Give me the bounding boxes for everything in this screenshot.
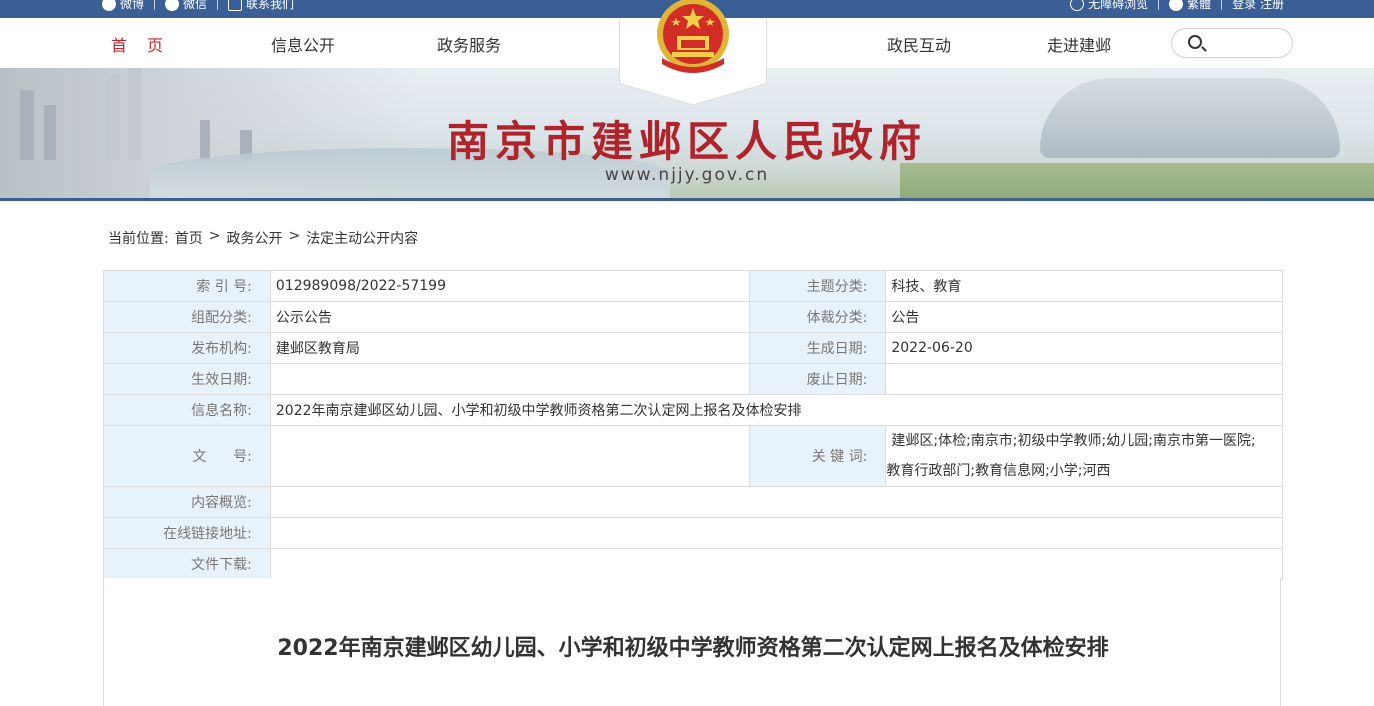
- wechat-label: 微信: [183, 0, 208, 11]
- online-link-label: 在线链接地址:: [103, 517, 271, 549]
- traditional-chinese-link[interactable]: 繁體: [1159, 0, 1221, 12]
- site-title: 南京市建邺区人民政府: [446, 117, 927, 166]
- search-input[interactable]: [1210, 33, 1286, 53]
- index-no-value: 012989098/2022-57199: [269, 270, 751, 302]
- table-row: 文件下载:: [103, 548, 1284, 580]
- theme-value: 科技、教育: [885, 270, 1283, 302]
- effective-date-value: [269, 363, 751, 395]
- keywords-value: 建邺区;体检;南京市;初级中学教师;幼儿园;南京市第一医院; 教育行政部门;教育…: [885, 425, 1283, 487]
- banner-divider: [0, 198, 1374, 201]
- accessibility-label: 无障碍浏览: [1088, 0, 1149, 11]
- login-register-label: 登录 注册: [1232, 0, 1284, 11]
- online-link-value[interactable]: [269, 517, 1284, 549]
- nav-item-interaction[interactable]: 政民互动: [887, 32, 951, 56]
- phone-icon: [228, 0, 243, 11]
- file-download-value[interactable]: [269, 548, 1284, 580]
- search-box[interactable]: [1171, 28, 1293, 58]
- summary-label: 内容概览:: [103, 486, 271, 518]
- file-download-label: 文件下载:: [103, 548, 271, 580]
- keywords-label: 关 键 词:: [749, 425, 887, 487]
- abolished-date-value: [885, 363, 1283, 395]
- weibo-label: 微博: [120, 0, 145, 11]
- keywords-line-2: 教育行政部门;教育信息网;小学;河西: [886, 463, 1111, 479]
- table-row: 生效日期: 废止日期:: [103, 363, 1283, 395]
- contact-label: 联系我们: [246, 0, 295, 11]
- weibo-link[interactable]: 微博: [92, 0, 154, 12]
- doc-no-label: 文 号:: [103, 425, 271, 487]
- accessibility-link[interactable]: 无障碍浏览: [1060, 0, 1158, 12]
- breadcrumb: 当前位置: 首页 > 政务公开 > 法定主动公开内容: [108, 228, 418, 248]
- emblem-tab-point: [618, 83, 768, 105]
- contact-link[interactable]: 联系我们: [218, 0, 304, 12]
- group-value: 公示公告: [269, 301, 751, 333]
- wechat-link[interactable]: 微信: [155, 0, 217, 12]
- search-icon[interactable]: [1188, 35, 1202, 49]
- article-body: 2022年南京建邺区幼儿园、小学和初级中学教师资格第二次认定网上报名及体检安排: [103, 578, 1281, 706]
- table-row: 在线链接地址:: [103, 517, 1284, 549]
- national-emblem-icon[interactable]: [652, 0, 734, 74]
- genre-label: 体裁分类:: [749, 301, 887, 333]
- user-icon: [1169, 0, 1184, 11]
- topbar-right: 无障碍浏览 繁體 登录 注册: [1060, 0, 1294, 12]
- weibo-icon: [102, 0, 116, 11]
- doc-no-value: [269, 425, 751, 487]
- publisher-label: 发布机构:: [103, 332, 271, 364]
- breadcrumb-label: 当前位置:: [108, 231, 169, 247]
- created-date-value: 2022-06-20: [885, 332, 1283, 364]
- abolished-date-label: 废止日期:: [749, 363, 887, 395]
- genre-value: 公告: [885, 301, 1283, 333]
- site-url: www.njjy.gov.cn: [604, 165, 770, 185]
- table-row: 文 号: 关 键 词: 建邺区;体检;南京市;初级中学教师;幼儿园;南京市第一医…: [103, 425, 1283, 487]
- wechat-icon: [165, 0, 180, 11]
- theme-label: 主题分类:: [749, 270, 887, 302]
- table-row: 索 引 号: 012989098/2022-57199 主题分类: 科技、教育: [103, 270, 1283, 302]
- table-row: 内容概览:: [103, 486, 1284, 518]
- summary-value: [269, 486, 1284, 518]
- table-row: 组配分类: 公示公告 体裁分类: 公告: [103, 301, 1283, 333]
- nav-item-gov-services[interactable]: 政务服务: [437, 32, 501, 56]
- publisher-value: 建邺区教育局: [269, 332, 751, 364]
- index-no-label: 索 引 号:: [103, 270, 271, 302]
- breadcrumb-separator: >: [288, 228, 301, 244]
- breadcrumb-item-gov-affairs[interactable]: 政务公开: [226, 228, 282, 248]
- info-metadata-table: 索 引 号: 012989098/2022-57199 主题分类: 科技、教育 …: [103, 270, 1284, 580]
- breadcrumb-separator: >: [208, 228, 221, 244]
- keywords-line-1: 建邺区;体检;南京市;初级中学教师;幼儿园;南京市第一医院;: [891, 433, 1256, 449]
- effective-date-label: 生效日期:: [103, 363, 271, 395]
- table-row: 发布机构: 建邺区教育局 生成日期: 2022-06-20: [103, 332, 1283, 364]
- info-name-label: 信息名称:: [103, 394, 271, 426]
- group-label: 组配分类:: [103, 301, 271, 333]
- accessibility-icon: [1070, 0, 1085, 11]
- login-register-link[interactable]: 登录 注册: [1222, 0, 1294, 12]
- topbar-left: 微博 微信 联系我们: [92, 0, 304, 12]
- info-name-value: 2022年南京建邺区幼儿园、小学和初级中学教师资格第二次认定网上报名及体检安排: [269, 394, 1284, 426]
- table-row: 信息名称: 2022年南京建邺区幼儿园、小学和初级中学教师资格第二次认定网上报名…: [103, 394, 1284, 426]
- nav-item-home[interactable]: 首页: [111, 32, 183, 56]
- created-date-label: 生成日期:: [749, 332, 887, 364]
- breadcrumb-item-statutory-disclosure[interactable]: 法定主动公开内容: [306, 228, 418, 248]
- nav-item-info-disclosure[interactable]: 信息公开: [271, 32, 335, 56]
- breadcrumb-item-home[interactable]: 首页: [175, 228, 203, 248]
- nav-item-about-jianye[interactable]: 走进建邺: [1047, 32, 1111, 56]
- traditional-label: 繁體: [1187, 0, 1212, 11]
- article-title: 2022年南京建邺区幼儿园、小学和初级中学教师资格第二次认定网上报名及体检安排: [277, 636, 1109, 661]
